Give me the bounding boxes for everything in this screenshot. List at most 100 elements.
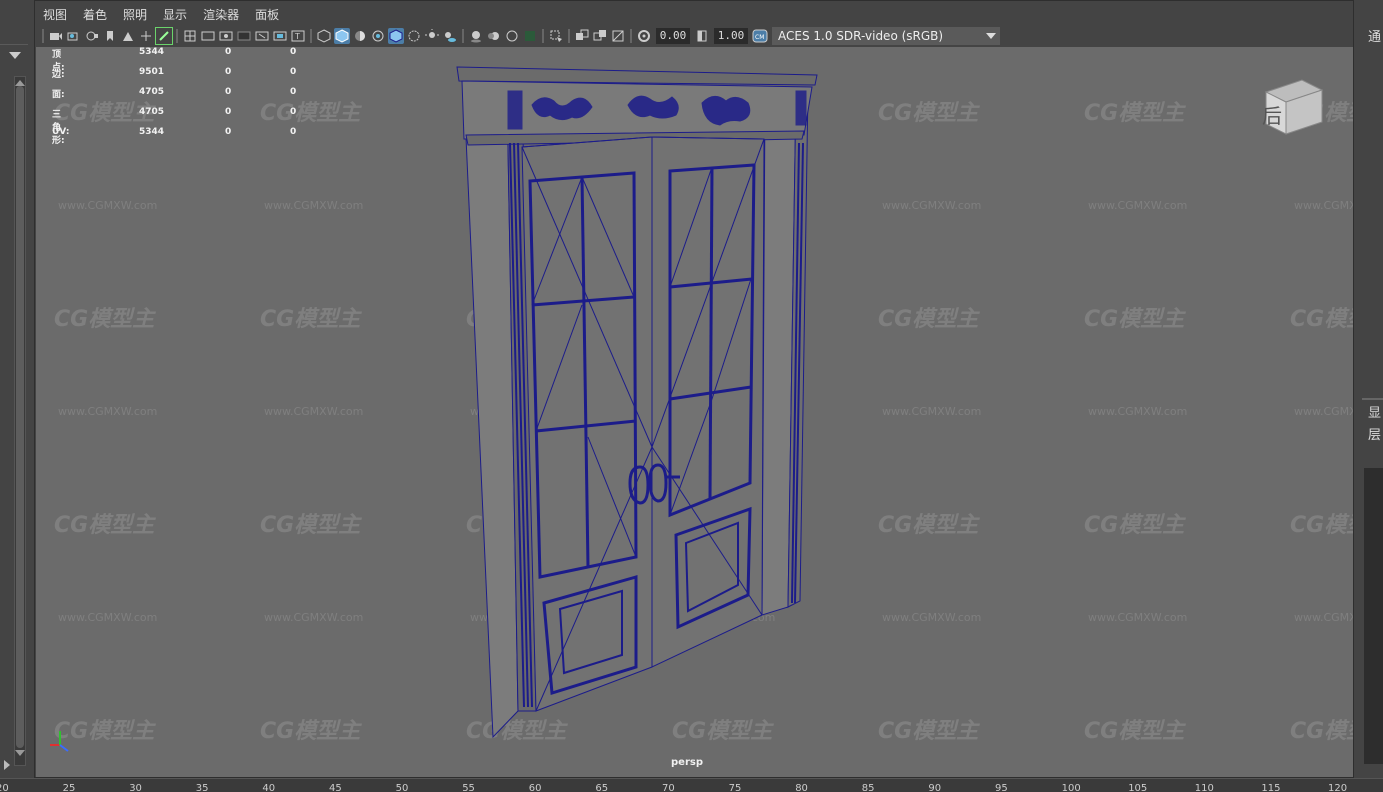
left-scrollbar-thumb[interactable]	[16, 86, 24, 748]
ruler-tick-label: 65	[595, 783, 609, 792]
ruler-tick-label: 95	[995, 783, 1008, 792]
right-side-strip: 通 显 层	[1354, 0, 1383, 792]
exposure-icon[interactable]	[636, 28, 652, 44]
hud-value: 0	[225, 87, 232, 97]
menu-show[interactable]: 显示	[155, 6, 195, 23]
gate-mask-icon[interactable]	[236, 28, 252, 44]
ruler-tick-label: 40	[262, 783, 276, 792]
menu-panels[interactable]: 面板	[247, 6, 287, 23]
toolbar-separator	[542, 29, 544, 43]
hud-value: 5344	[139, 127, 165, 137]
xray-joints-icon[interactable]	[574, 28, 590, 44]
toolbar-separator	[176, 29, 178, 43]
ruler-tick-label: 110	[1194, 783, 1214, 792]
scroll-down-icon[interactable]	[15, 750, 25, 756]
viewcube[interactable]: 后	[1262, 78, 1324, 136]
menu-lighting[interactable]: 照明	[115, 6, 155, 23]
toolbar-separator	[568, 29, 570, 43]
resolution-gate-icon[interactable]	[218, 28, 234, 44]
right-scroll-area[interactable]	[1364, 468, 1383, 764]
right-panel-tab[interactable]: 通	[1368, 26, 1381, 45]
camera-label: persp	[671, 757, 703, 768]
safe-title-icon[interactable]: T	[290, 28, 306, 44]
hud-value: 4705	[139, 87, 165, 97]
view-transform-dropdown[interactable]: ACES 1.0 SDR-video (sRGB)	[772, 27, 1000, 45]
menu-shading[interactable]: 着色	[75, 6, 115, 23]
left-strip-menu-arrow[interactable]	[9, 52, 21, 59]
ruler-tick-label: 60	[528, 783, 542, 792]
hud-value: 0	[290, 47, 297, 57]
xray-icon[interactable]	[406, 28, 422, 44]
shaded-wireframe-icon[interactable]	[370, 28, 386, 44]
wireframe-on-shaded-icon[interactable]	[388, 28, 404, 44]
exposure-field[interactable]: 0.00	[656, 28, 690, 44]
ruler-tick-label: 50	[395, 783, 409, 792]
collapse-arrow-icon[interactable]	[4, 760, 10, 770]
hud-value: 0	[290, 67, 297, 77]
ruler-tick-label: 100	[1061, 783, 1081, 792]
field-chart-icon[interactable]	[254, 28, 270, 44]
gamma-field[interactable]: 1.00	[714, 28, 748, 44]
ruler-tick-label: 55	[462, 783, 475, 792]
hud-value: 0	[290, 87, 297, 97]
toolbar-separator	[310, 29, 312, 43]
smooth-shade-icon[interactable]	[334, 28, 350, 44]
gamma-icon[interactable]	[694, 28, 710, 44]
grease-pencil-icon[interactable]	[155, 27, 173, 45]
hud-label: 边:	[52, 70, 65, 80]
backface-culling-icon[interactable]	[610, 28, 626, 44]
ruler-tick-label: 90	[928, 783, 942, 792]
ruler-tick-label: 80	[795, 783, 808, 792]
hud-value: 0	[225, 47, 232, 57]
color-management-icon[interactable]: CM	[752, 28, 768, 44]
hud-value: 0	[290, 127, 297, 137]
panel-toolbar: T 0.00 1.00 CM ACES 1.0 SDR-video (sRGB)	[35, 25, 1353, 47]
xray-active-icon[interactable]	[592, 28, 608, 44]
left-side-strip	[0, 0, 34, 792]
wireframe-icon[interactable]	[316, 28, 332, 44]
scroll-up-icon[interactable]	[15, 80, 25, 86]
hud-value: 5344	[139, 47, 165, 57]
ambient-occlusion-icon[interactable]	[468, 28, 484, 44]
film-gate-icon[interactable]	[200, 28, 216, 44]
grid-icon[interactable]	[182, 28, 198, 44]
ruler-tick-label: 35	[195, 783, 209, 792]
ruler-tick-label: 70	[662, 783, 675, 792]
panel-menubar: 视图 着色 照明 显示 渲染器 面板	[35, 3, 287, 25]
hud-value: 0	[225, 127, 232, 137]
display-tab[interactable]: 显	[1368, 402, 1381, 421]
lights-icon[interactable]	[424, 28, 440, 44]
image-plane-icon[interactable]	[120, 28, 136, 44]
2d-pan-zoom-icon[interactable]	[138, 28, 154, 44]
select-camera-icon[interactable]	[48, 28, 64, 44]
camera-attributes-icon[interactable]	[66, 28, 82, 44]
door-model	[456, 66, 818, 739]
default-material-icon[interactable]	[352, 28, 368, 44]
bookmark-icon[interactable]	[102, 28, 118, 44]
svg-text:CM: CM	[755, 34, 764, 41]
anti-aliasing-icon[interactable]	[504, 28, 520, 44]
left-strip-divider	[0, 44, 28, 45]
bookmark-camera-icon[interactable]	[84, 28, 100, 44]
layers-tab[interactable]: 层	[1368, 424, 1381, 443]
toolbar-separator	[42, 29, 44, 43]
time-ruler[interactable]: 20 25 30 35 40 45 50 55 60 65 70 75 80 85 90 95 100 105 11…	[0, 778, 1383, 792]
motion-blur-icon[interactable]	[486, 28, 502, 44]
toolbar-separator	[462, 29, 464, 43]
depth-of-field-icon[interactable]	[522, 28, 538, 44]
isolate-select-icon[interactable]	[548, 28, 564, 44]
ruler-tick-label: 115	[1261, 783, 1281, 792]
menu-renderer[interactable]: 渲染器	[195, 6, 247, 23]
3d-viewport[interactable]: CG模型主CG模型主CG模型主CG模型主CG模型主CG模型主CG模型主www.C…	[36, 47, 1353, 777]
safe-action-icon[interactable]	[272, 28, 288, 44]
hud-value: 4705	[139, 107, 165, 117]
menu-view[interactable]: 视图	[35, 6, 75, 23]
ruler-tick-label: 20	[0, 783, 9, 792]
right-strip-divider	[1362, 398, 1383, 400]
shadows-icon[interactable]	[442, 28, 458, 44]
ruler-tick-label: 120	[1328, 783, 1348, 792]
hud-value: 9501	[139, 67, 165, 77]
ruler-tick-label: 75	[728, 783, 742, 792]
toolbar-separator	[630, 29, 632, 43]
viewport-scene	[456, 66, 818, 739]
